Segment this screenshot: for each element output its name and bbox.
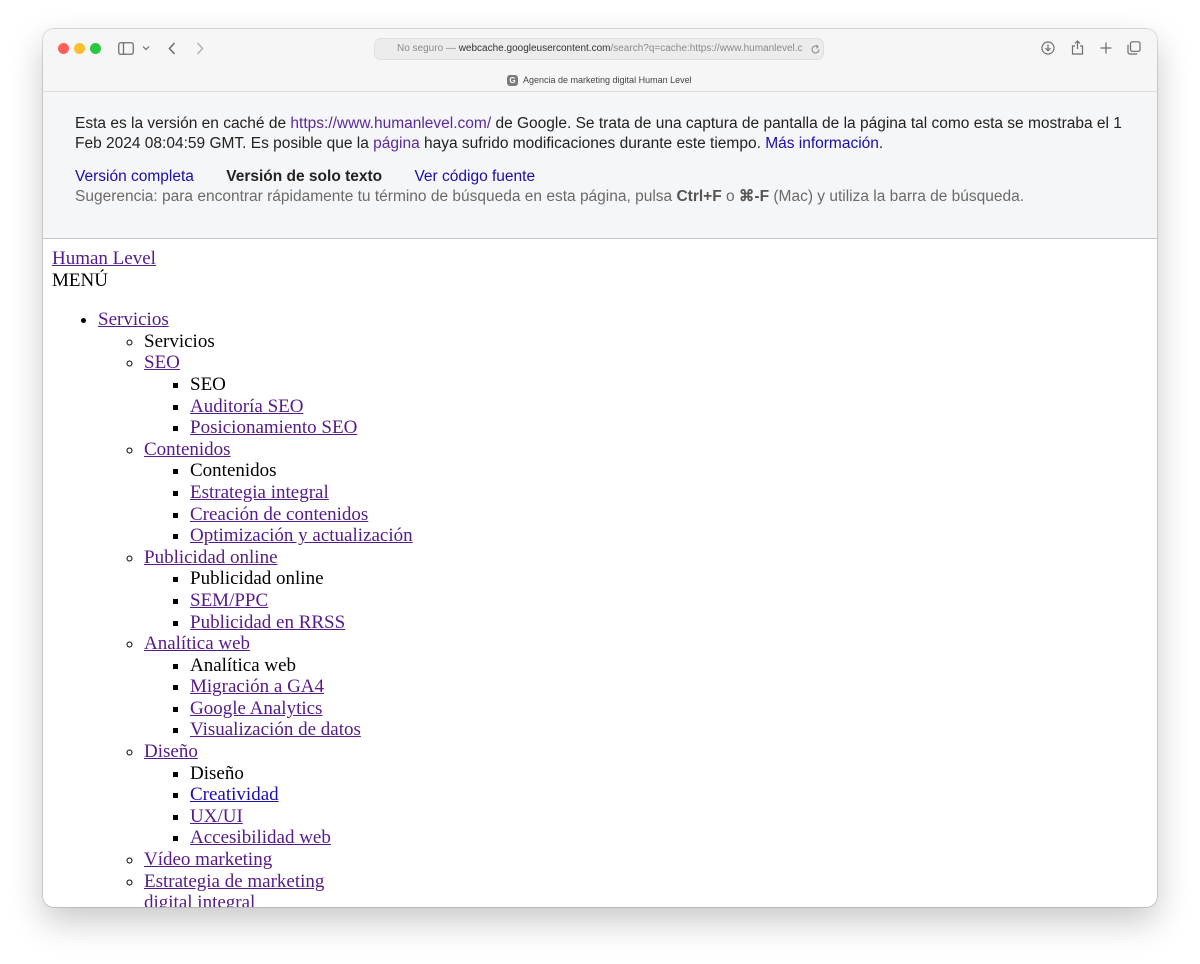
hint-shortcut: ⌘-F	[738, 188, 770, 205]
nav-link-publicidad-online[interactable]: Publicidad online	[144, 547, 278, 568]
nav-link-creacion-contenidos[interactable]: Creación de contenidos	[190, 504, 368, 525]
address-prefix: No seguro —	[397, 43, 459, 54]
nav-link-video-marketing[interactable]: Vídeo marketing	[144, 849, 272, 870]
list-item: Optimización y actualización	[190, 525, 1157, 547]
nav-link-accesibilidad-web[interactable]: Accesibilidad web	[190, 827, 331, 848]
list-item: Estrategia integral	[190, 482, 1157, 504]
cache-banner: Esta es la versión en caché de https://w…	[43, 92, 1157, 239]
cache-notice-text: .	[878, 134, 884, 152]
nav-link-contenidos[interactable]: Contenidos	[144, 439, 231, 460]
submenu-publicidad: Publicidad online SEM/PPC Publicidad en …	[144, 568, 1157, 633]
full-version-link[interactable]: Versión completa	[75, 168, 194, 185]
nav-link-diseno[interactable]: Diseño	[144, 741, 198, 762]
list-item: Creatividad	[190, 784, 1157, 806]
new-tab-icon[interactable]	[1098, 40, 1114, 56]
list-item: Posicionamiento SEO	[190, 417, 1157, 439]
menu-label: MENÚ	[52, 269, 108, 291]
list-item: SEM/PPC	[190, 590, 1157, 612]
nav-link-servicios[interactable]: Servicios	[98, 309, 169, 330]
cache-notice-text: Esta es la versión en caché de	[75, 115, 291, 132]
submenu-diseno: Diseño Creatividad UX/UI Accesibilidad w…	[144, 763, 1157, 849]
nav-link-migracion-ga4[interactable]: Migración a GA4	[190, 676, 324, 697]
text-only-version-label: Versión de solo texto	[226, 168, 383, 185]
nav-link-google-analytics[interactable]: Google Analytics	[190, 698, 322, 719]
tab-overview-icon[interactable]	[1126, 40, 1142, 56]
list-item: UX/UI	[190, 806, 1157, 828]
chevron-down-icon[interactable]	[141, 41, 151, 55]
view-options: Versión completa Versión de solo texto V…	[75, 167, 1125, 187]
nav-item-servicios: Servicios Servicios SEO SEO Auditoría SE…	[98, 309, 1157, 907]
hint-shortcut: Ctrl+F	[676, 188, 722, 205]
nav-item-seo: SEO SEO Auditoría SEO Posicionamiento SE…	[144, 352, 1157, 438]
downloads-icon[interactable]	[1040, 40, 1056, 56]
list-item: Migración a GA4	[190, 676, 1157, 698]
submenu-contenidos: Contenidos Estrategia integral Creación …	[144, 460, 1157, 546]
nav-link-visualizacion-datos[interactable]: Visualización de datos	[190, 719, 361, 740]
browser-toolbar: No seguro — webcache.googleusercontent.c…	[43, 29, 1157, 92]
cached-url-link[interactable]: https://www.humanlevel.com/	[290, 115, 491, 132]
page-link[interactable]: página	[373, 135, 420, 152]
list-item: Visualización de datos	[190, 719, 1157, 741]
address-text: No seguro — webcache.googleusercontent.c…	[397, 39, 802, 59]
list-item: Analítica web	[190, 655, 1157, 677]
browser-window: No seguro — webcache.googleusercontent.c…	[43, 29, 1157, 907]
view-source-link[interactable]: Ver código fuente	[414, 168, 535, 185]
list-item: Google Analytics	[190, 698, 1157, 720]
reload-icon[interactable]	[809, 43, 821, 55]
nav-link-estrategia-marketing[interactable]: Estrategia de marketing digital integral	[144, 871, 324, 907]
submenu-servicios: Servicios SEO SEO Auditoría SEO Posicion…	[98, 331, 1157, 907]
minimize-window-button[interactable]	[74, 43, 85, 54]
cached-page-content: Human Level MENÚ Servicios Servicios SEO…	[43, 240, 1157, 907]
nav-link-analitica-web[interactable]: Analítica web	[144, 633, 250, 654]
list-item: Diseño	[190, 763, 1157, 785]
close-window-button[interactable]	[58, 43, 69, 54]
list-item: Creación de contenidos	[190, 504, 1157, 526]
list-item: Publicidad en RRSS	[190, 612, 1157, 634]
nav-item-diseno: Diseño Diseño Creatividad UX/UI Accesibi…	[144, 741, 1157, 849]
list-item: Auditoría SEO	[190, 396, 1157, 418]
list-item: Contenidos	[190, 460, 1157, 482]
tab-title: Agencia de marketing digital Human Level	[523, 75, 692, 85]
nav-item-publicidad: Publicidad online Publicidad online SEM/…	[144, 547, 1157, 633]
list-item: SEO	[190, 374, 1157, 396]
nav-link-sem-ppc[interactable]: SEM/PPC	[190, 590, 268, 611]
cache-notice: Esta es la versión en caché de https://w…	[75, 114, 1125, 153]
favicon-icon: G	[507, 74, 518, 86]
nav-link-publicidad-rrss[interactable]: Publicidad en RRSS	[190, 612, 345, 633]
active-tab[interactable]: G Agencia de marketing digital Human Lev…	[507, 73, 692, 87]
search-hint: Sugerencia: para encontrar rápidamente t…	[75, 187, 1125, 207]
more-info-link[interactable]: Más información	[765, 135, 879, 152]
cache-notice-text: haya sufrido modificaciones durante este…	[419, 134, 766, 152]
hint-text: Sugerencia: para encontrar rápidamente t…	[75, 188, 677, 205]
share-icon[interactable]	[1069, 39, 1085, 56]
list-item: Servicios	[144, 331, 1157, 353]
list-item: Accesibilidad web	[190, 827, 1157, 849]
nav-link-creatividad[interactable]: Creatividad	[190, 784, 279, 805]
hint-text: o	[721, 188, 739, 205]
address-bar[interactable]: No seguro — webcache.googleusercontent.c…	[374, 38, 824, 60]
nav-item-contenidos: Contenidos Contenidos Estrategia integra…	[144, 439, 1157, 547]
address-host: webcache.googleusercontent.com	[458, 43, 611, 54]
nav-link-posicionamiento-seo[interactable]: Posicionamiento SEO	[190, 417, 357, 438]
nav-link-estrategia-integral[interactable]: Estrategia integral	[190, 482, 329, 503]
nav-link-optimizacion[interactable]: Optimización y actualización	[190, 525, 413, 546]
list-item: Publicidad online	[190, 568, 1157, 590]
nav-link-auditoria-seo[interactable]: Auditoría SEO	[190, 396, 303, 417]
nav-item-estrategia: Estrategia de marketing digital integral	[144, 871, 334, 907]
forward-icon[interactable]	[193, 40, 207, 56]
main-nav: Servicios Servicios SEO SEO Auditoría SE…	[52, 309, 1157, 907]
submenu-seo: SEO Auditoría SEO Posicionamiento SEO	[144, 374, 1157, 439]
address-path: /search?q=cache:https://www.humanlevel.c…	[610, 43, 802, 54]
back-icon[interactable]	[165, 40, 179, 56]
hint-text: (Mac) y utiliza la barra de búsqueda.	[769, 188, 1025, 205]
zoom-window-button[interactable]	[90, 43, 101, 54]
nav-link-seo[interactable]: SEO	[144, 352, 180, 373]
nav-link-ux-ui[interactable]: UX/UI	[190, 806, 243, 827]
sidebar-toggle-icon[interactable]	[117, 40, 135, 56]
nav-item-analitica: Analítica web Analítica web Migración a …	[144, 633, 1157, 741]
site-name-link[interactable]: Human Level	[52, 248, 156, 269]
submenu-analitica: Analítica web Migración a GA4 Google Ana…	[144, 655, 1157, 741]
nav-item-video: Vídeo marketing	[144, 849, 1157, 871]
